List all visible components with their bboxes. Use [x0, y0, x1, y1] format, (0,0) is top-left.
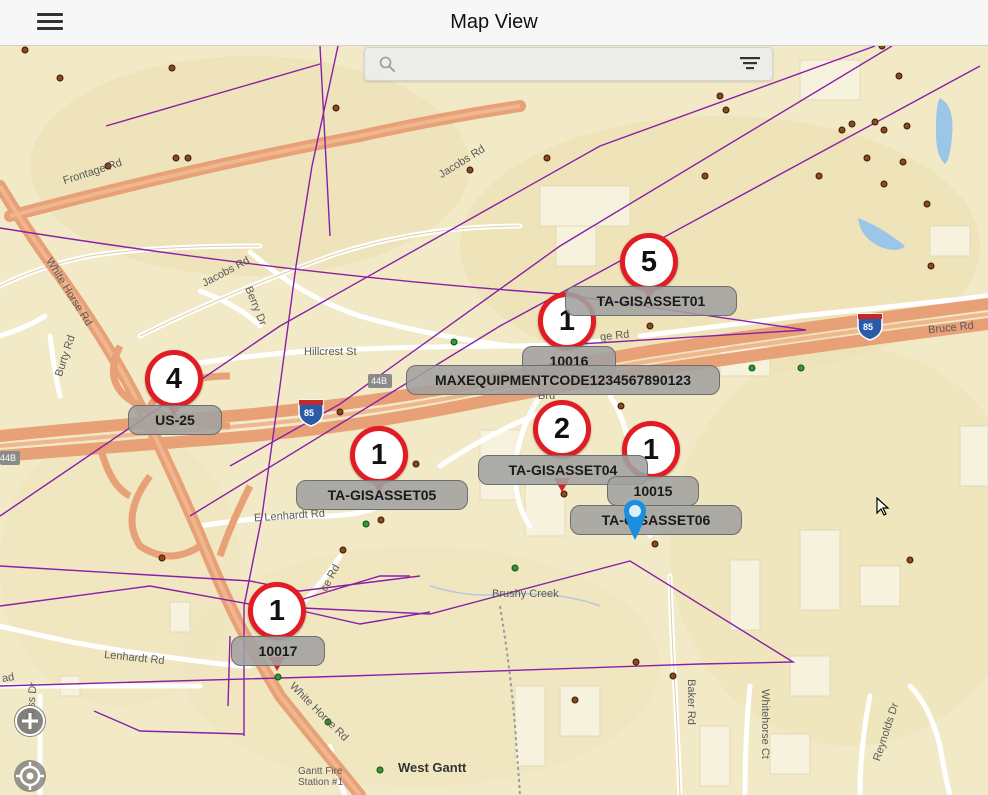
asset-label-10015[interactable]: 10015 [607, 476, 699, 506]
mouse-cursor-icon [876, 497, 890, 516]
cluster-count[interactable]: 1 [350, 426, 408, 484]
cluster-count[interactable]: 1 [248, 582, 306, 640]
place-label-gantt-fire-station: Gantt Fire Station #1 [298, 766, 344, 788]
cluster-count[interactable]: 2 [533, 400, 591, 458]
asset-label-10017[interactable]: 10017 [231, 636, 325, 666]
exit-44b-top: 44B [371, 376, 388, 386]
place-label-west-gantt: West Gantt [398, 760, 467, 775]
cluster-count[interactable]: 5 [620, 233, 678, 291]
i85-shield-right: 85 [863, 322, 874, 332]
search-icon [379, 56, 395, 72]
road-label-fragment-ad: ad [1, 671, 16, 685]
map-app: Map View Frontage Rd Jacobs Rd White Hor… [0, 0, 988, 795]
road-label-baker-rd: Baker Rd [684, 679, 697, 725]
asset-label-us-25[interactable]: US-25 [128, 405, 222, 435]
zoom-in-icon [15, 706, 45, 736]
i85-shield-left: 85 [304, 408, 315, 418]
asset-label-ta-gisasset06[interactable]: TA-GISASSET06 [570, 505, 742, 535]
map-search-bar [364, 47, 773, 81]
asset-label-ta-gisasset05[interactable]: TA-GISASSET05 [296, 480, 468, 510]
exit-44b-left: 44B [0, 453, 17, 463]
cluster-count[interactable]: 4 [145, 350, 203, 408]
top-nav-bar: Map View [0, 0, 988, 46]
locate-me-button[interactable] [14, 760, 46, 792]
road-label-whitehorse-ct: Whitehorse Ct [758, 689, 771, 759]
search-input[interactable] [401, 52, 735, 78]
selected-location-pin-icon[interactable] [622, 498, 648, 542]
asset-label-ta-gisasset01[interactable]: TA-GISASSET01 [565, 286, 737, 316]
page-title: Map View [450, 11, 538, 33]
locate-me-icon [16, 762, 44, 790]
zoom-in-button[interactable] [14, 705, 46, 737]
road-label-brushy-creek: Brushy Creek [492, 588, 559, 600]
filter-icon[interactable] [740, 56, 760, 72]
road-label-hillcrest-st: Hillcrest St [304, 346, 357, 358]
asset-label-maxequipmentcode[interactable]: MAXEQUIPMENTCODE1234567890123 [406, 365, 720, 395]
